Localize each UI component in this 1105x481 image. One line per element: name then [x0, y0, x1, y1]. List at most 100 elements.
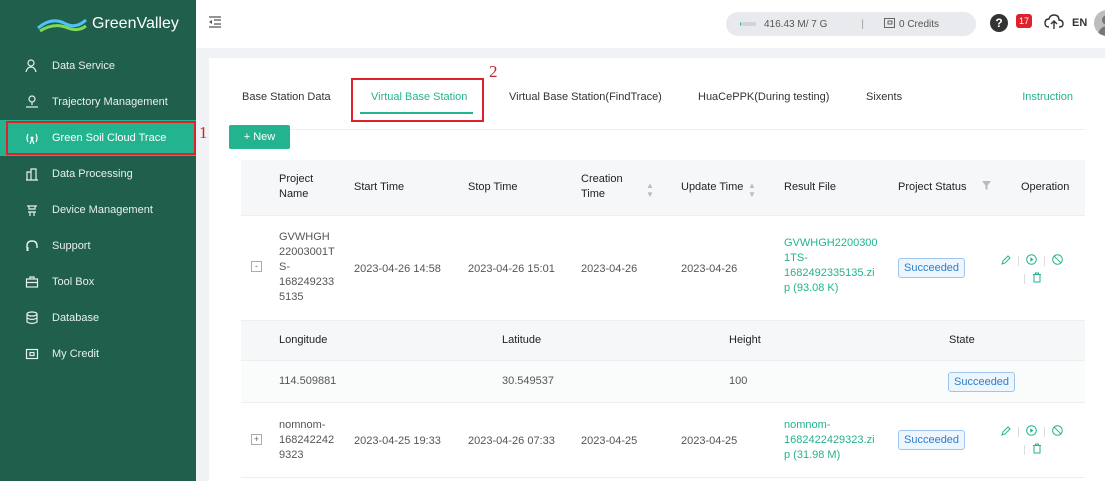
tabs-bar: Base Station Data Virtual Base Station V…: [209, 84, 1105, 114]
result-file-link[interactable]: nomnom- 1682422429323.zi p (31.98 M): [784, 418, 876, 463]
sidebar-item-trajectory[interactable]: Trajectory Management: [0, 84, 196, 120]
instruction-link[interactable]: Instruction: [1022, 91, 1073, 103]
sidebar-item-label: Tool Box: [52, 276, 95, 288]
edit-icon[interactable]: [1001, 254, 1011, 268]
sidebar-item-data-processing[interactable]: Data Processing: [0, 156, 196, 192]
sidebar-item-tool-box[interactable]: Tool Box: [0, 264, 196, 300]
wallet-icon: [883, 17, 895, 31]
sidebar-item-green-soil-cloud-trace[interactable]: Green Soil Cloud Trace: [0, 120, 196, 156]
device-icon: [24, 202, 40, 218]
latitude-value: 30.549537: [502, 375, 554, 387]
col-latitude: Latitude: [502, 334, 542, 346]
project-table: Project Name Start Time Stop Time Creati…: [241, 160, 1085, 478]
user-data-icon: [24, 58, 40, 74]
col-update-time[interactable]: Update Time: [681, 180, 743, 195]
sidebar: GreenValley Data Service Trajectory Mana…: [0, 0, 196, 481]
annotation-box-2: [351, 78, 484, 122]
filter-icon[interactable]: [982, 181, 991, 193]
toolbox-icon: [24, 274, 40, 290]
sort-icon[interactable]: ▲ ▼: [748, 181, 756, 199]
col-state: State: [949, 334, 975, 346]
annotation-marker-1: 1: [199, 123, 208, 142]
logo[interactable]: GreenValley: [0, 0, 196, 48]
menu-fold-icon[interactable]: [208, 16, 222, 31]
col-longitude: Longitude: [279, 334, 328, 346]
row-operations: [1001, 425, 1063, 439]
col-start-time: Start Time: [354, 181, 405, 193]
project-name: nomnom- 168242242 9323: [279, 419, 335, 461]
storage-text: 416.43 M/ 7 G: [764, 18, 828, 30]
divider: [1018, 427, 1019, 437]
divider: |: [861, 18, 864, 30]
main-panel: Base Station Data Virtual Base Station V…: [209, 58, 1105, 481]
sidebar-item-label: Data Processing: [52, 168, 133, 180]
col-height: Height: [729, 334, 761, 346]
tabs-divider: [229, 129, 1085, 130]
annotation-marker-2: 2: [489, 62, 498, 81]
height-value: 100: [729, 375, 748, 387]
tab-virtual-base-station-findtrace[interactable]: Virtual Base Station(FindTrace): [509, 91, 662, 103]
stop-icon[interactable]: [1052, 425, 1063, 439]
brand-name: GreenValley: [92, 15, 179, 32]
edit-icon[interactable]: [1001, 425, 1011, 439]
result-file-link[interactable]: GVWHGH2200300 1TS- 1682492335135.zi p (9…: [784, 236, 878, 296]
tab-base-station-data[interactable]: Base Station Data: [242, 91, 331, 103]
sidebar-item-label: Support: [52, 240, 91, 252]
subtable-row: 114.509881 30.549537 100 Succeeded: [241, 361, 1085, 403]
storage-bar: [740, 22, 756, 26]
status-badge: Succeeded: [898, 430, 966, 450]
row-operations: [1001, 254, 1063, 268]
subtable-header: Longitude Latitude Height State: [241, 321, 1085, 361]
notification-count: 17: [1016, 14, 1032, 28]
tab-sixents[interactable]: Sixents: [866, 91, 902, 103]
top-header: 416.43 M/ 7 G | 0 Credits ? 17 EN: [196, 0, 1105, 48]
start-time: 2023-04-26 14:58: [354, 263, 441, 275]
col-operation: Operation: [1021, 181, 1070, 193]
creation-time: 2023-04-25: [581, 435, 638, 447]
new-button[interactable]: + New: [229, 125, 290, 149]
expand-row-button[interactable]: +: [251, 434, 262, 445]
table-row: - GVWHGH 22003001T S- 168249233 5135 202…: [241, 216, 1085, 321]
divider: [1018, 256, 1019, 266]
update-time: 2023-04-25: [681, 435, 738, 447]
sidebar-item-data-service[interactable]: Data Service: [0, 48, 196, 84]
signal-tower-icon: [24, 130, 40, 146]
delete-icon[interactable]: [1032, 443, 1042, 457]
avatar[interactable]: [1094, 10, 1105, 36]
building-icon: [24, 166, 40, 182]
database-icon: [24, 310, 40, 326]
cloud-upload-icon[interactable]: [1044, 14, 1064, 33]
headset-icon: [24, 238, 40, 254]
play-icon[interactable]: [1026, 425, 1037, 439]
help-icon[interactable]: ?: [990, 14, 1008, 32]
tab-huaceppk[interactable]: HuaCePPK(During testing): [698, 91, 829, 103]
sidebar-item-device-management[interactable]: Device Management: [0, 192, 196, 228]
play-icon[interactable]: [1026, 254, 1037, 268]
sidebar-item-support[interactable]: Support: [0, 228, 196, 264]
sidebar-item-database[interactable]: Database: [0, 300, 196, 336]
person-pin-icon: [24, 94, 40, 110]
credit-card-icon: [24, 346, 40, 362]
storage-usage: 416.43 M/ 7 G | 0 Credits: [726, 12, 976, 36]
stop-icon[interactable]: [1052, 254, 1063, 268]
credits-text: 0 Credits: [898, 18, 939, 30]
longitude-value: 114.509881: [279, 375, 337, 387]
row-operations-2: [1024, 443, 1042, 457]
language-switch[interactable]: EN: [1072, 17, 1087, 29]
start-time: 2023-04-25 19:33: [354, 435, 441, 447]
divider: [1044, 256, 1045, 266]
update-time: 2023-04-26: [681, 263, 738, 275]
col-project-status: Project Status: [898, 181, 967, 193]
sidebar-item-label: Green Soil Cloud Trace: [52, 132, 167, 144]
col-stop-time: Stop Time: [468, 181, 518, 193]
delete-icon[interactable]: [1032, 272, 1042, 286]
sort-icon[interactable]: ▲ ▼: [646, 181, 654, 199]
notification-bell[interactable]: 17: [1016, 12, 1034, 32]
col-creation-time[interactable]: Creation Time: [581, 172, 631, 202]
collapse-row-button[interactable]: -: [251, 261, 262, 272]
credits[interactable]: 0 Credits: [883, 17, 939, 31]
sidebar-item-label: Database: [52, 312, 100, 324]
col-project-name: Project Name: [279, 173, 314, 200]
sidebar-item-my-credit[interactable]: My Credit: [0, 336, 196, 372]
divider: [1044, 427, 1045, 437]
